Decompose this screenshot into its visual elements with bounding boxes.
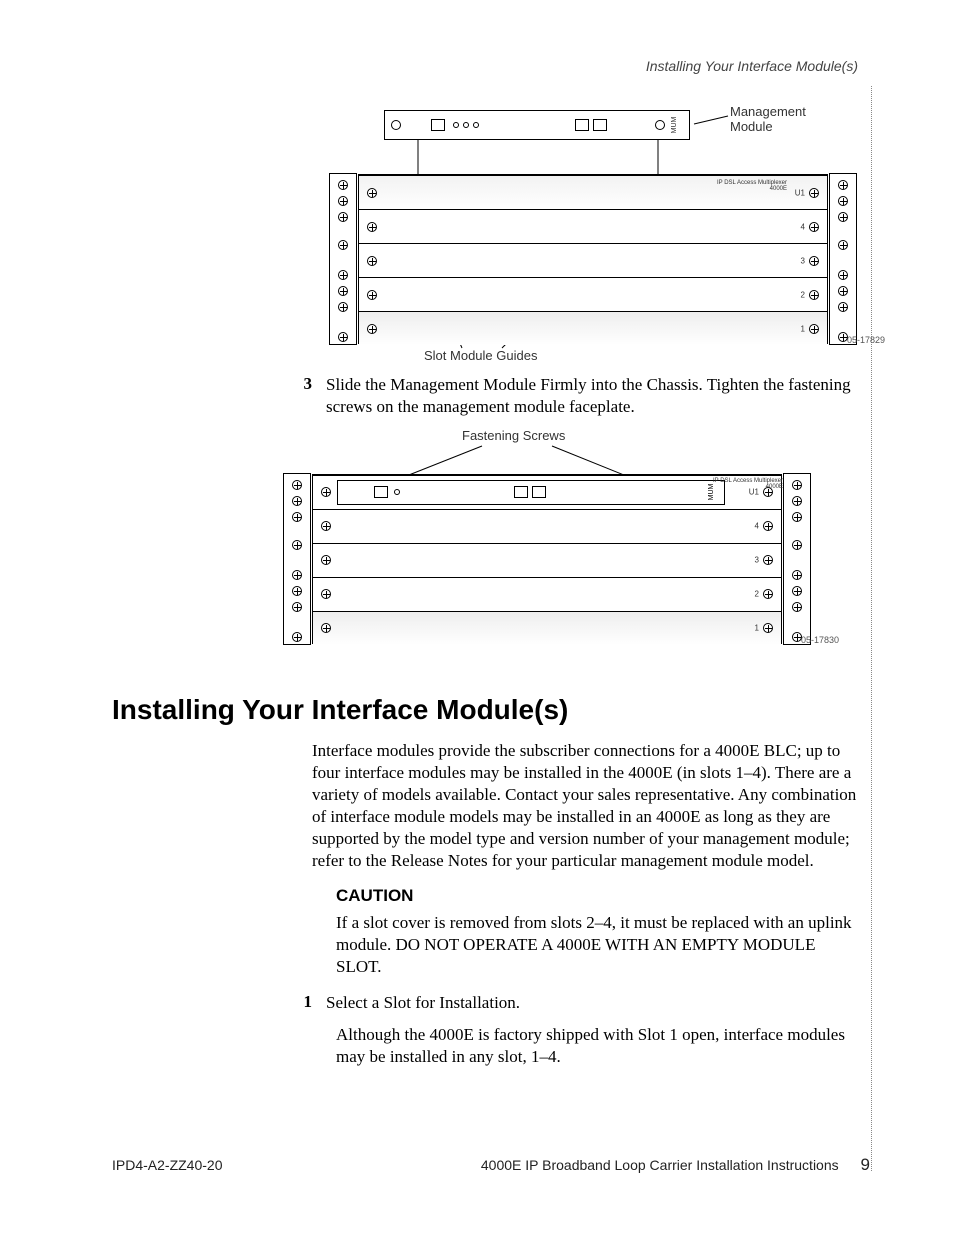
chassis-model-label: IP DSL Access Multiplexer 4000E	[713, 478, 783, 490]
figure-2: Fastening Screws	[312, 428, 872, 664]
page-content: MUM Management Module	[112, 104, 858, 1139]
footer-doc-title: 4000E IP Broadband Loop Carrier Installa…	[481, 1157, 839, 1173]
step-number: 3	[296, 374, 312, 418]
rack-ear-left	[329, 173, 357, 345]
chassis-model-label: IP DSL Access Multiplexer 4000E	[717, 180, 787, 192]
rack-ear-left	[283, 473, 311, 645]
step-text: Select a Slot for Installation.	[326, 992, 858, 1014]
step-1: 1 Select a Slot for Installation.	[296, 992, 858, 1014]
step-3: 3 Slide the Management Module Firmly int…	[296, 374, 858, 418]
figure-stamp: 05-17829	[847, 335, 885, 345]
chassis-fig1: U1 IP DSL Access Multiplexer 4000E 4 3 2…	[358, 174, 828, 344]
slot-1: 1	[359, 311, 827, 345]
intro-paragraph: Interface modules provide the subscriber…	[312, 740, 858, 873]
step-text: Slide the Management Module Firmly into …	[326, 374, 858, 418]
figure-1: MUM Management Module	[358, 104, 878, 364]
slot-u1-installed: U1 MUM IP DSL Access Multiplexer 4000E	[313, 475, 781, 509]
step-number: 1	[296, 992, 312, 1014]
page-footer: IPD4-A2-ZZ40-20 4000E IP Broadband Loop …	[112, 1155, 870, 1175]
page-number: 9	[861, 1155, 870, 1174]
slot-2: 2	[313, 577, 781, 611]
caution-title: CAUTION	[336, 886, 858, 906]
running-header: Installing Your Interface Module(s)	[646, 58, 858, 74]
footer-doc-code: IPD4-A2-ZZ40-20	[112, 1157, 222, 1173]
caution-body: If a slot cover is removed from slots 2–…	[336, 912, 858, 978]
chassis-fig2: U1 MUM IP DSL Access Multiplexer 4000E 4…	[312, 474, 782, 644]
step-1-followup: Although the 4000E is factory shipped wi…	[336, 1024, 858, 1068]
slot-4: 4	[313, 509, 781, 543]
section-heading: Installing Your Interface Module(s)	[112, 694, 858, 726]
label-slot-module-guides: Slot Module Guides	[424, 348, 537, 363]
slot-3: 3	[359, 243, 827, 277]
slot-1: 1	[313, 611, 781, 645]
figure-stamp: 05-17830	[801, 635, 839, 645]
slot-3: 3	[313, 543, 781, 577]
slot-u1: U1 IP DSL Access Multiplexer 4000E	[359, 175, 827, 209]
slot-2: 2	[359, 277, 827, 311]
rack-ear-right	[783, 473, 811, 645]
rack-ear-right	[829, 173, 857, 345]
slot-4: 4	[359, 209, 827, 243]
